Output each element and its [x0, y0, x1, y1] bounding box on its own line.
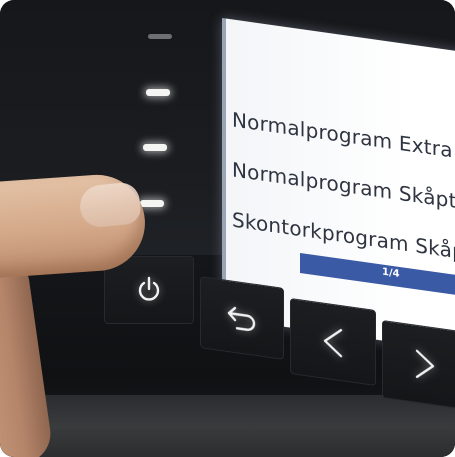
panel-bezel [0, 395, 455, 457]
indicator-led-1 [148, 34, 172, 39]
page-indicator: 1/4 [382, 266, 400, 280]
next-button[interactable] [382, 319, 455, 411]
indicator-led-4[interactable] [140, 200, 164, 207]
previous-button[interactable] [290, 297, 376, 387]
indicator-led-3[interactable] [143, 144, 167, 151]
chevron-right-icon [415, 349, 435, 379]
page-indicator-bar [300, 252, 455, 302]
menu-item-2[interactable]: Normalprogram Skåptorr [232, 157, 455, 217]
photo-frame: Normalprogram Extra to Normalprogram Skå… [0, 0, 455, 457]
back-button[interactable] [200, 276, 284, 360]
menu-item-1[interactable]: Normalprogram Extra to [232, 107, 455, 166]
chevron-left-icon [323, 328, 343, 358]
back-arrow-icon [227, 306, 256, 331]
indicator-led-2[interactable] [146, 89, 170, 96]
power-icon [138, 276, 160, 301]
